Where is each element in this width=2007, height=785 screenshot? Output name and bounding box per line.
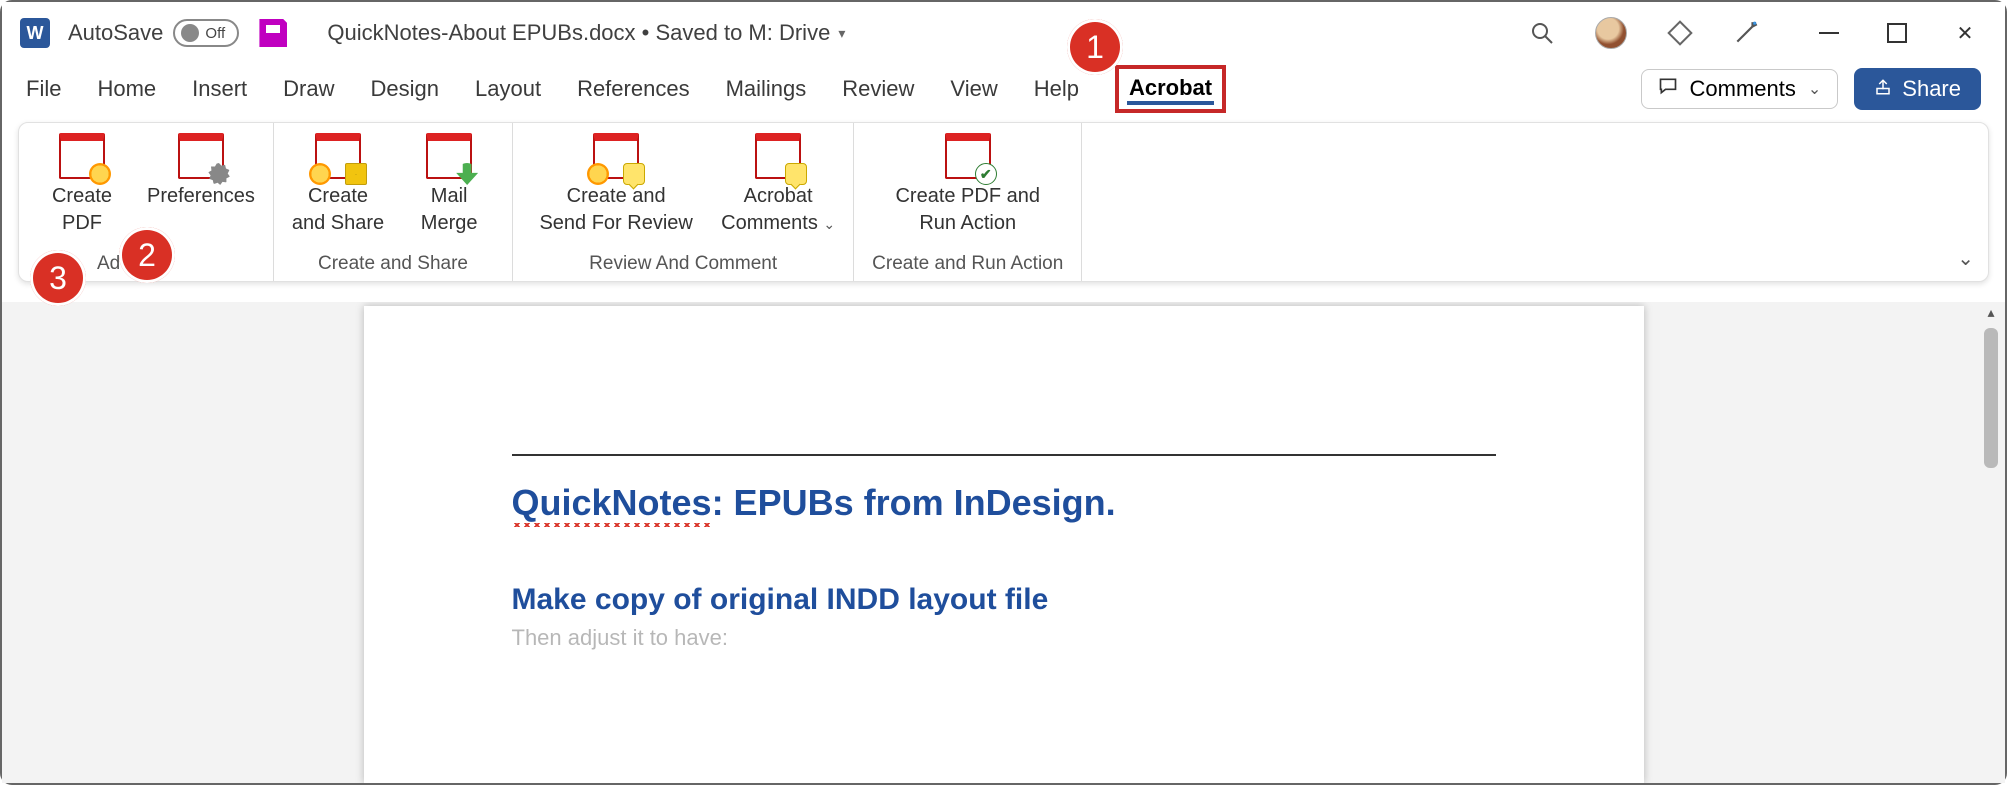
tab-design[interactable]: Design [371, 72, 439, 106]
create-pdf-icon [59, 133, 105, 179]
mail-merge-icon [426, 133, 472, 179]
create-pdf-run-action-button[interactable]: ✔ Create PDF and Run Action [888, 131, 1048, 249]
ribbon-label: Merge [421, 212, 478, 235]
ribbon-label: Comments ⌄ [721, 212, 835, 235]
ribbon-group-label: Create and Share [318, 249, 468, 281]
ribbon-label: Create [52, 185, 112, 208]
tab-layout[interactable]: Layout [475, 72, 541, 106]
comment-bubble-icon [1658, 76, 1678, 102]
vertical-scrollbar[interactable]: ▴ [1981, 302, 2001, 771]
title-bar: W AutoSave Off QuickNotes-About EPUBs.do… [2, 2, 2005, 64]
mail-merge-button[interactable]: Mail Merge [404, 131, 494, 249]
word-app-icon: W [20, 18, 50, 48]
autosave-control[interactable]: AutoSave Off [68, 19, 239, 47]
title-rest: : EPUBs from InDesign. [712, 482, 1116, 523]
ribbon-group-label: Ad [97, 249, 120, 281]
autosave-state: Off [205, 25, 225, 42]
ribbon-label: Create and [567, 185, 666, 208]
window-minimize-icon[interactable] [1819, 23, 1839, 43]
document-paragraph: Then adjust it to have: [512, 625, 1496, 651]
ribbon-label: Preferences [147, 185, 255, 208]
save-icon[interactable] [259, 19, 287, 47]
scrollbar-thumb[interactable] [1984, 328, 1998, 468]
tab-acrobat[interactable]: Acrobat [1115, 65, 1226, 113]
annotation-badge-1: 1 [1067, 19, 1123, 75]
chevron-down-icon: ⌄ [1808, 79, 1821, 99]
document-heading-2: Make copy of original INDD layout file [512, 583, 1496, 617]
ribbon-label: Send For Review [539, 212, 692, 235]
document-title: QuickNotes-About EPUBs.docx • Saved to M… [327, 20, 830, 46]
window-close-icon[interactable]: ✕ [1955, 23, 1975, 43]
ribbon-acrobat: Create PDF Preferences Ad Create and Sha… [18, 122, 1989, 282]
acrobat-comments-button[interactable]: Acrobat Comments ⌄ [721, 131, 835, 249]
ribbon-collapse-icon[interactable]: ⌄ [1957, 246, 1974, 271]
ribbon-label: Run Action [919, 212, 1016, 235]
tab-file[interactable]: File [26, 72, 61, 106]
share-label: Share [1902, 76, 1961, 102]
scroll-up-icon[interactable]: ▴ [1981, 302, 2001, 322]
chevron-down-icon: ⌄ [823, 216, 835, 232]
acrobat-comments-icon [755, 133, 801, 179]
document-heading-1: QuickNotes: EPUBs from InDesign. [512, 482, 1496, 527]
run-action-icon: ✔ [945, 133, 991, 179]
title-dropdown-icon[interactable]: ▾ [838, 25, 845, 42]
tab-home[interactable]: Home [97, 72, 156, 106]
preferences-icon [178, 133, 224, 179]
tab-draw[interactable]: Draw [283, 72, 334, 106]
ribbon-label: Acrobat [744, 185, 813, 208]
ribbon-group-create-and-run-action: ✔ Create PDF and Run Action Create and R… [854, 123, 1082, 281]
share-icon [1874, 76, 1892, 102]
user-avatar[interactable] [1595, 17, 1627, 49]
annotation-badge-2: 2 [119, 227, 175, 283]
tab-review[interactable]: Review [842, 72, 914, 106]
comments-button[interactable]: Comments ⌄ [1641, 69, 1839, 109]
ribbon-group-label: Review And Comment [589, 249, 777, 281]
tab-help[interactable]: Help [1034, 72, 1079, 106]
send-for-review-icon [593, 133, 639, 179]
title-right-controls: ✕ [1529, 17, 1987, 49]
ribbon-label: Create PDF and [895, 185, 1040, 208]
spelling-squiggle: QuickNotes [512, 482, 712, 527]
ribbon-label: PDF [62, 212, 102, 235]
ribbon-label: Create [308, 185, 368, 208]
ribbon-group-review-and-comment: Create and Send For Review Acrobat Comme… [513, 123, 854, 281]
tab-mailings[interactable]: Mailings [726, 72, 807, 106]
ribbon-group-create-and-share: Create and Share Mail Merge Create and S… [274, 123, 513, 281]
tab-insert[interactable]: Insert [192, 72, 247, 106]
ribbon-tabs: File Home Insert Draw Design Layout Refe… [2, 64, 2005, 114]
document-viewport[interactable]: QuickNotes: EPUBs from InDesign. Make co… [2, 302, 2005, 783]
document-page: QuickNotes: EPUBs from InDesign. Make co… [364, 306, 1644, 783]
tab-view[interactable]: View [950, 72, 997, 106]
ribbon-group-label: Create and Run Action [872, 249, 1063, 281]
autosave-label: AutoSave [68, 20, 163, 46]
share-button[interactable]: Share [1854, 68, 1981, 110]
search-icon[interactable] [1529, 20, 1555, 46]
window-maximize-icon[interactable] [1887, 23, 1907, 43]
create-and-share-icon [315, 133, 361, 179]
premium-diamond-icon[interactable] [1667, 20, 1693, 46]
create-send-review-button[interactable]: Create and Send For Review [531, 131, 701, 249]
ribbon-label-text: Comments [721, 212, 818, 234]
ribbon-label: and Share [292, 212, 384, 235]
annotation-badge-3: 3 [30, 250, 86, 306]
toggle-thumb-icon [181, 24, 199, 42]
magic-wand-icon[interactable] [1733, 20, 1759, 46]
create-and-share-button[interactable]: Create and Share [292, 131, 384, 249]
ribbon-label: Mail [431, 185, 468, 208]
comments-label: Comments [1690, 76, 1796, 102]
tab-references[interactable]: References [577, 72, 690, 106]
create-pdf-button[interactable]: Create PDF [37, 131, 127, 249]
autosave-toggle[interactable]: Off [173, 19, 239, 47]
horizontal-rule [512, 454, 1496, 456]
